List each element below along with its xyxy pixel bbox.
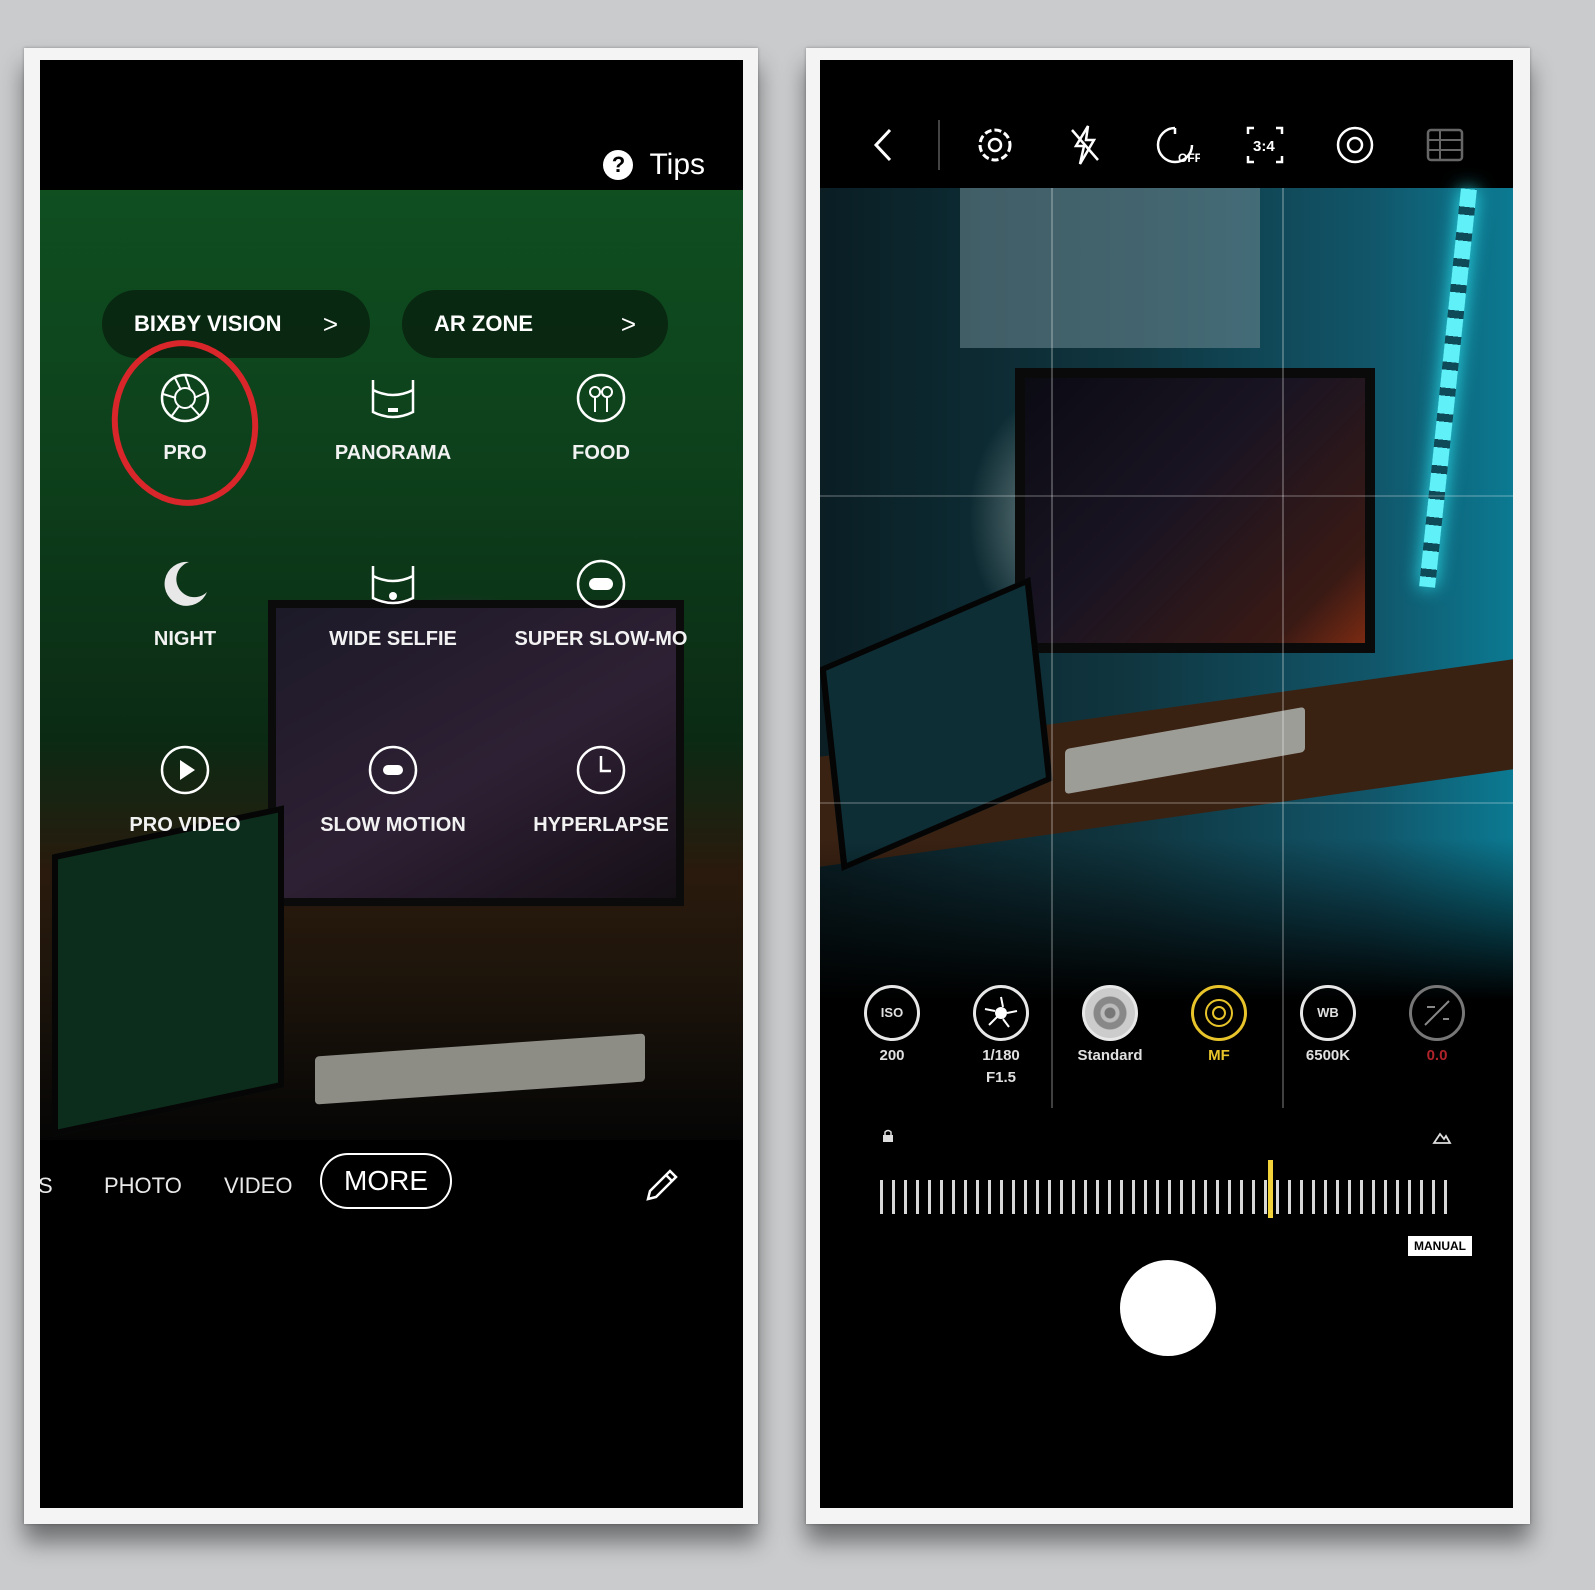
mode-super-slow-mo[interactable]: SUPER SLOW-MO: [496, 558, 706, 651]
bixby-vision-label: BIXBY VISION: [134, 311, 282, 336]
manual-badge: MANUAL: [1408, 1236, 1472, 1256]
camera-modes-screen: ? Tips BIXBY VISION > AR ZONE > PRO PANO…: [40, 60, 743, 1508]
mode-label: PANORAMA: [334, 442, 452, 464]
white-balance-control[interactable]: WB 6500K: [1278, 985, 1378, 1067]
grid-line: [1282, 188, 1284, 1108]
camera-top-bar: OFF 3:4: [820, 100, 1513, 180]
mode-label: PRO VIDEO: [129, 814, 241, 836]
food-icon: [576, 373, 626, 423]
right-phone-frame: OFF 3:4 ISO 200 1/180 F1.5 Standard MF W…: [806, 48, 1530, 1524]
panorama-icon: [371, 380, 415, 419]
preview-fade: [820, 838, 1513, 1108]
settings-icon[interactable]: [970, 120, 1020, 170]
preview-keyboard: [315, 1033, 645, 1105]
color-tone-value: Standard: [1077, 1047, 1143, 1064]
preview-tablet: [52, 805, 284, 1137]
timer-off-label: OFF: [1178, 151, 1200, 165]
tips-label: Tips: [649, 148, 705, 181]
play-icon: [160, 745, 210, 795]
mode-tab-photo[interactable]: PHOTO: [104, 1173, 182, 1199]
shutter-speed-control[interactable]: 1/180 F1.5: [951, 985, 1051, 1089]
mode-panorama[interactable]: PANORAMA: [288, 372, 498, 465]
manual-focus-icon: [1191, 985, 1247, 1041]
focus-slider[interactable]: [880, 1160, 1450, 1220]
color-tone-control[interactable]: Standard: [1060, 985, 1160, 1067]
color-tone-icon: [1082, 985, 1138, 1041]
macro-focus-icon: [883, 1129, 893, 1142]
mode-food[interactable]: FOOD: [496, 372, 706, 465]
super-slow-mo-icon: [576, 559, 626, 609]
back-icon[interactable]: [860, 120, 910, 170]
edit-pencil-icon[interactable]: [640, 1163, 684, 1207]
shutter-speed-icon: [973, 985, 1029, 1041]
mode-night[interactable]: NIGHT: [80, 558, 290, 651]
slider-ticks: [880, 1180, 1450, 1214]
landscape-focus-icon: [1432, 1132, 1452, 1144]
moon-icon: [164, 561, 207, 606]
iso-icon: ISO: [864, 985, 920, 1041]
left-phone-frame: ? Tips BIXBY VISION > AR ZONE > PRO PANO…: [24, 48, 758, 1524]
help-icon: ?: [603, 150, 634, 180]
grid-line: [1051, 188, 1053, 1108]
shutter-speed-value: 1/180: [982, 1047, 1020, 1064]
ratio-icon[interactable]: 3:4: [1240, 120, 1290, 170]
ratio-label: 3:4: [1253, 138, 1275, 155]
shutter-button[interactable]: [1120, 1260, 1216, 1356]
mode-bar: S PHOTO VIDEO MORE: [40, 1135, 743, 1225]
motion-photo-icon[interactable]: [1330, 120, 1380, 170]
preview-monitor: [1015, 368, 1375, 653]
bixby-vision-button[interactable]: BIXBY VISION >: [102, 290, 370, 358]
slider-indicator[interactable]: [1267, 1160, 1273, 1218]
exposure-icon: [1409, 985, 1465, 1041]
ar-zone-button[interactable]: AR ZONE >: [402, 290, 668, 358]
mode-hyperlapse[interactable]: HYPERLAPSE: [496, 744, 706, 837]
focus-control[interactable]: MF: [1169, 985, 1269, 1067]
iso-control[interactable]: ISO 200: [842, 985, 942, 1067]
mode-label: NIGHT: [153, 628, 217, 650]
slow-motion-icon: [368, 745, 418, 795]
mode-wide-selfie[interactable]: WIDE SELFIE: [288, 558, 498, 651]
ar-zone-label: AR ZONE: [434, 311, 533, 336]
focus-value: MF: [1208, 1047, 1230, 1064]
grid-line: [820, 802, 1513, 804]
hyperlapse-icon: [576, 745, 626, 795]
mode-slow-motion[interactable]: SLOW MOTION: [288, 744, 498, 837]
mode-label: WIDE SELFIE: [329, 628, 457, 650]
preview-led-strip: [1419, 188, 1477, 588]
mode-label: FOOD: [572, 442, 630, 464]
mode-label: SLOW MOTION: [320, 814, 466, 836]
preview-poster: [960, 188, 1260, 348]
mode-label: HYPERLAPSE: [533, 814, 669, 836]
mode-pro-video[interactable]: PRO VIDEO: [80, 744, 290, 837]
pro-mode-screen: OFF 3:4 ISO 200 1/180 F1.5 Standard MF W…: [820, 60, 1513, 1508]
exposure-value: 0.0: [1426, 1047, 1448, 1064]
mode-tab-more[interactable]: MORE: [320, 1153, 452, 1209]
chevron-right-icon: >: [322, 308, 338, 339]
chevron-right-icon: >: [620, 308, 636, 339]
mode-label: SUPER SLOW-MO: [514, 628, 688, 650]
iso-value: 200: [879, 1047, 905, 1064]
exposure-control[interactable]: 0.0: [1387, 985, 1487, 1067]
timer-off-icon[interactable]: OFF: [1150, 120, 1200, 170]
mode-tab-partial[interactable]: S: [40, 1173, 53, 1199]
mode-tab-video[interactable]: VIDEO: [224, 1173, 292, 1199]
white-balance-icon: WB: [1300, 985, 1356, 1041]
white-balance-value: 6500K: [1305, 1047, 1351, 1064]
filter-icon[interactable]: [1420, 120, 1470, 170]
wide-selfie-icon: [371, 566, 415, 605]
toolbar-divider: [938, 120, 940, 170]
tips-button[interactable]: ? Tips: [603, 148, 705, 182]
flash-off-icon[interactable]: [1060, 120, 1110, 170]
grid-line: [820, 495, 1513, 497]
aperture-value: F1.5: [985, 1069, 1016, 1086]
camera-viewfinder[interactable]: [820, 188, 1513, 1108]
